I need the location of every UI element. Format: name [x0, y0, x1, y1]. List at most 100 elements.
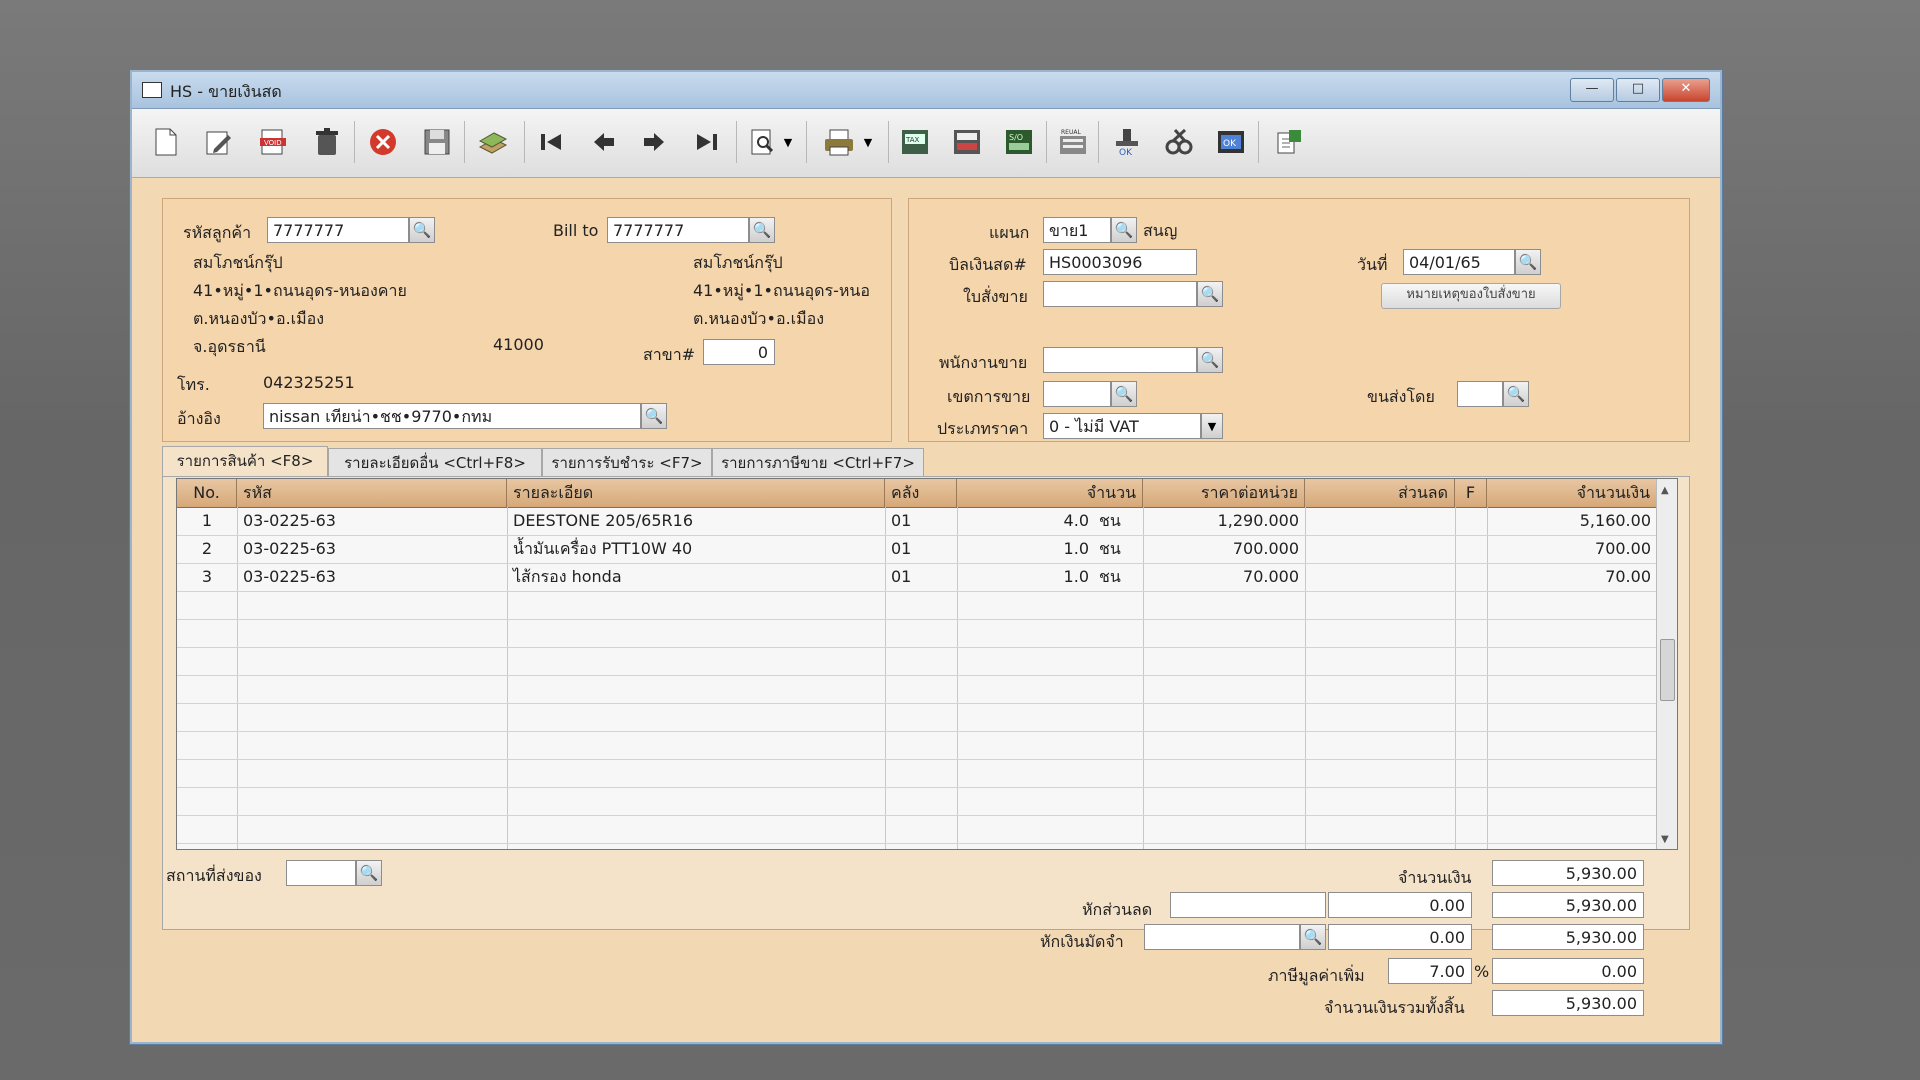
- row-warehouse: 01: [891, 511, 912, 530]
- search-doc-icon[interactable]: [744, 123, 782, 161]
- col-flag[interactable]: F: [1455, 479, 1487, 507]
- search-icon[interactable]: 🔍: [641, 403, 667, 429]
- document-panel: แผนก ขาย1 🔍 สนญ บิลเงินสด# HS0003096 วัน…: [908, 198, 1690, 442]
- last-icon[interactable]: [688, 123, 726, 161]
- search-icon[interactable]: 🔍: [356, 860, 382, 886]
- col-warehouse[interactable]: คลัง: [885, 479, 957, 507]
- search-icon[interactable]: 🔍: [1111, 217, 1137, 243]
- branch-input[interactable]: 0: [703, 339, 775, 365]
- date-input[interactable]: 04/01/65: [1403, 249, 1515, 275]
- discount-amount[interactable]: 0.00: [1328, 892, 1472, 918]
- vat-rate-input[interactable]: 7.00: [1388, 958, 1472, 984]
- grid-scrollbar[interactable]: ▲ ▼: [1656, 479, 1677, 849]
- close-button[interactable]: ✕: [1662, 78, 1710, 102]
- search-icon[interactable]: 🔍: [1197, 281, 1223, 307]
- dept-input[interactable]: ขาย1: [1043, 217, 1111, 243]
- dept-name: สนญ: [1143, 221, 1178, 240]
- print-icon[interactable]: [820, 123, 858, 161]
- tax-invoice-icon[interactable]: TAX: [896, 123, 934, 161]
- form-icon[interactable]: [948, 123, 986, 161]
- tab-sales-tax[interactable]: รายการภาษีขาย <Ctrl+F7>: [712, 448, 924, 477]
- scroll-up-icon[interactable]: ▲: [1661, 485, 1669, 496]
- total-label: จำนวนเงิน: [1398, 868, 1472, 887]
- billto-name: สมโภชน์กรุ๊ป: [693, 253, 783, 272]
- void-icon[interactable]: VOID: [254, 123, 292, 161]
- delivery-label: สถานที่ส่งของ: [166, 866, 262, 885]
- reference-input[interactable]: nissan เทียน่า•ชช•9770•กทม: [263, 403, 641, 429]
- delete-icon[interactable]: [308, 123, 346, 161]
- sales-order-input[interactable]: [1043, 281, 1197, 307]
- shipping-input[interactable]: [1457, 381, 1503, 407]
- prev-icon[interactable]: [584, 123, 622, 161]
- deposit-amount[interactable]: 0.00: [1328, 924, 1472, 950]
- col-quantity[interactable]: จำนวน: [957, 479, 1143, 507]
- tools-icon[interactable]: [1160, 123, 1198, 161]
- bill-number-input[interactable]: HS0003096: [1043, 249, 1197, 275]
- maximize-button[interactable]: □: [1616, 78, 1660, 102]
- row-amount: 5,160.00: [1579, 511, 1651, 530]
- scroll-down-icon[interactable]: ▼: [1661, 834, 1669, 845]
- window-title: HS - ขายเงินสด: [170, 82, 282, 101]
- price-type-select[interactable]: 0 - ไม่มี VAT: [1043, 413, 1201, 439]
- scroll-thumb[interactable]: [1660, 639, 1675, 701]
- vat-amount-value: 0.00: [1492, 958, 1644, 984]
- delivery-input[interactable]: [286, 860, 356, 886]
- row-unit: ชน: [1099, 539, 1121, 558]
- search-icon[interactable]: 🔍: [1300, 924, 1326, 950]
- col-description[interactable]: รายละเอียด: [507, 479, 885, 507]
- tab-items[interactable]: รายการสินค้า <F8>: [162, 446, 328, 479]
- row-code: 03-0225-63: [243, 511, 336, 530]
- approve-icon[interactable]: OK: [1108, 123, 1146, 161]
- search-icon[interactable]: 🔍: [749, 217, 775, 243]
- row-discount: [1305, 536, 1449, 562]
- row-unit: ชน: [1099, 511, 1121, 530]
- tab-details[interactable]: รายละเอียดอื่น <Ctrl+F8>: [328, 448, 542, 477]
- items-grid: No. รหัส รายละเอียด คลัง จำนวน ราคาต่อหน…: [176, 478, 1678, 850]
- svg-text:OK: OK: [1223, 139, 1237, 149]
- minimize-button[interactable]: —: [1570, 78, 1614, 102]
- svg-text:TAX: TAX: [905, 136, 920, 144]
- next-icon[interactable]: [636, 123, 674, 161]
- ok-icon[interactable]: OK: [1212, 123, 1250, 161]
- tab-payments[interactable]: รายการรับชำระ <F7>: [542, 448, 712, 477]
- billto-input[interactable]: 7777777: [607, 217, 749, 243]
- col-no[interactable]: No.: [177, 479, 237, 507]
- deposit-text-input[interactable]: [1144, 924, 1300, 950]
- row-warehouse: 01: [891, 539, 912, 558]
- discount-text-input[interactable]: [1170, 892, 1326, 918]
- col-code[interactable]: รหัส: [237, 479, 507, 507]
- stack-icon[interactable]: [474, 123, 512, 161]
- chevron-down-icon[interactable]: ▼: [860, 123, 876, 161]
- row-unit-price: 700.000: [1232, 539, 1299, 558]
- first-icon[interactable]: [532, 123, 570, 161]
- grand-total-label: จำนวนเงินรวมทั้งสิ้น: [1324, 998, 1465, 1017]
- sales-area-input[interactable]: [1043, 381, 1111, 407]
- export-icon[interactable]: [1270, 123, 1308, 161]
- so-icon[interactable]: S/O: [1000, 123, 1038, 161]
- chevron-down-icon[interactable]: ▼: [1201, 413, 1223, 439]
- row-unit-price: 1,290.000: [1217, 511, 1299, 530]
- search-icon[interactable]: 🔍: [1197, 347, 1223, 373]
- sales-order-label: ใบสั่งขาย: [963, 287, 1028, 306]
- save-icon[interactable]: [418, 123, 456, 161]
- row-quantity: 1.0: [1063, 567, 1089, 586]
- title-bar: HS - ขายเงินสด — □ ✕: [132, 72, 1720, 109]
- col-amount[interactable]: จำนวนเงิน: [1487, 479, 1657, 507]
- customer-code-input[interactable]: 7777777: [267, 217, 409, 243]
- vat-label: ภาษีมูลค่าเพิ่ม: [1268, 966, 1365, 985]
- report-icon[interactable]: REUAL: [1054, 123, 1092, 161]
- so-note-button[interactable]: หมายเหตุของใบสั่งขาย: [1381, 283, 1561, 309]
- search-icon[interactable]: 🔍: [409, 217, 435, 243]
- col-unit-price[interactable]: ราคาต่อหน่วย: [1143, 479, 1305, 507]
- edit-icon[interactable]: [200, 123, 238, 161]
- search-icon[interactable]: 🔍: [1503, 381, 1529, 407]
- col-discount[interactable]: ส่วนลด: [1305, 479, 1455, 507]
- search-icon[interactable]: 🔍: [1515, 249, 1541, 275]
- new-doc-icon[interactable]: [147, 123, 185, 161]
- row-unit-price: 70.000: [1243, 567, 1299, 586]
- chevron-down-icon[interactable]: ▼: [780, 123, 796, 161]
- salesperson-input[interactable]: [1043, 347, 1197, 373]
- search-icon[interactable]: 🔍: [1111, 381, 1137, 407]
- grid-header: No. รหัส รายละเอียด คลัง จำนวน ราคาต่อหน…: [177, 479, 1677, 508]
- cancel-icon[interactable]: [364, 123, 402, 161]
